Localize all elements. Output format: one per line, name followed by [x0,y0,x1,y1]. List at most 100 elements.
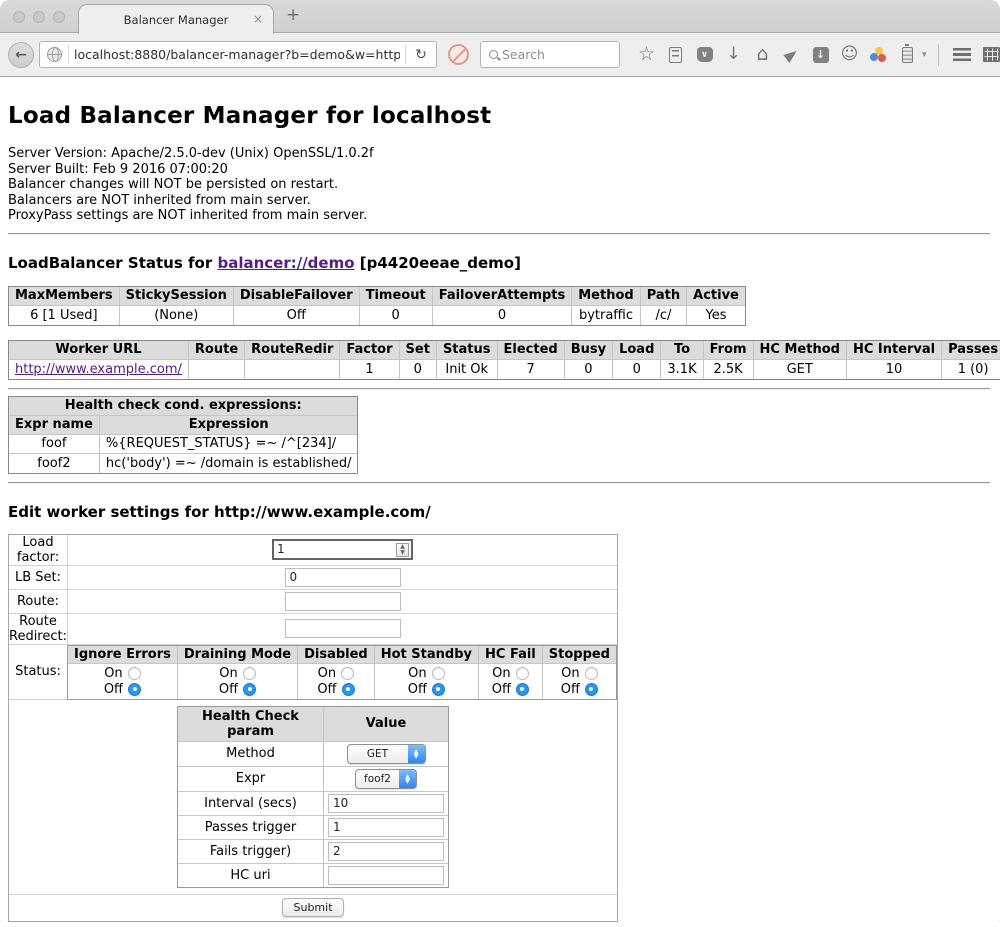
interval-input[interactable] [328,794,444,813]
url-input[interactable] [69,47,405,62]
downloads-icon[interactable]: ↓ [719,46,748,63]
hot-standby-off-radio[interactable] [432,683,445,696]
stopped-on-radio[interactable] [585,667,598,680]
cell-status: Init Ok [437,360,498,379]
tab-title: Balancer Manager [124,13,229,27]
expr-label: Expr [178,767,324,792]
content-blocked-icon[interactable] [448,44,469,65]
stopped-off-radio[interactable] [585,683,598,696]
reading-list-icon[interactable] [661,47,690,63]
cell-stickysession: (None) [120,306,234,325]
cell-path: /c/ [641,306,687,325]
pocket-icon[interactable]: ∨ [690,47,719,62]
column-header: Load [613,341,661,360]
column-header: Set [400,341,437,360]
close-window-button[interactable] [13,11,25,23]
ignore-errors-off-radio[interactable] [128,683,141,696]
cell-expression: %{REQUEST_STATUS} =~ /^[234]/ [100,435,358,454]
hc-expressions-table: Health check cond. expressions: Expr nam… [8,396,358,474]
disabled-on-radio[interactable] [341,667,354,680]
cell-busy: 0 [565,360,613,379]
window-controls [13,11,65,23]
share-palette-icon[interactable] [864,47,893,63]
hc-fail-on-radio[interactable] [516,667,529,680]
fails-input[interactable] [328,842,444,861]
url-bar[interactable]: ↻ [39,41,437,68]
disabled-off-radio[interactable] [342,683,355,696]
hc-fail-off-radio[interactable] [516,683,529,696]
edit-worker-heading: Edit worker settings for http://www.exam… [8,503,990,521]
hc-row-hc-uri: HC uri [178,864,448,887]
reload-icon: ↻ [415,47,427,63]
battery-extension-icon[interactable] [893,47,922,63]
zoom-window-button[interactable] [53,11,65,23]
table-title-row: Health check cond. expressions: [9,397,357,416]
column-header: Path [641,287,687,306]
back-icon: ← [15,47,27,63]
balancer-status-table: MaxMembers StickySession DisableFailover… [8,286,746,326]
chat-smiley-icon[interactable]: ☺ [835,46,864,63]
passes-input[interactable] [328,818,444,837]
column-header: Elected [498,341,565,360]
menu-hamburger-icon[interactable] [948,48,977,61]
hot-standby-on-radio[interactable] [432,667,445,680]
send-tab-icon[interactable] [777,50,806,60]
minimize-window-button[interactable] [33,11,45,23]
submit-button[interactable]: Submit [282,898,343,917]
expr-select[interactable]: foof2 ▲▼ [355,769,417,789]
tab-close-icon[interactable]: × [253,12,263,26]
cell-passes: 1 (0) [942,360,1000,379]
column-header: FailoverAttempts [433,287,573,306]
load-factor-input[interactable]: 1 ▲▼ [272,539,413,560]
route-input[interactable] [285,592,401,611]
cell-set: 0 [400,360,437,379]
clipboard-icon [669,47,682,63]
server-version-line: Server Version: Apache/2.5.0-dev (Unix) … [8,146,990,162]
save-page-icon[interactable]: ↓ [806,47,835,63]
lb-set-input[interactable] [285,568,401,587]
search-bar[interactable] [480,41,620,68]
column-header: Status [437,341,498,360]
chevron-down-icon[interactable]: ▾ [922,50,927,60]
edit-worker-form: Load factor: 1 ▲▼ LB Set: Route: Route R… [8,534,618,922]
search-input[interactable] [502,47,597,62]
back-button[interactable]: ← [8,42,34,68]
status-radio-row: On Off On Off On Off [68,664,616,699]
cell-method: bytraffic [572,306,640,325]
column-header: Route [189,341,245,360]
cell-routeredir [245,360,340,379]
tab-balancer-manager[interactable]: Balancer Manager × [78,4,274,34]
draining-mode-on-radio[interactable] [243,667,256,680]
column-header: Method [572,287,640,306]
column-header: Expr name [9,416,100,435]
hc-uri-input[interactable] [328,866,444,885]
cell-failoverattempts: 0 [433,306,573,325]
bookmark-star-icon[interactable]: ☆ [632,45,661,64]
worker-url-link[interactable]: http://www.example.com/ [15,362,182,377]
tile-grid-icon[interactable] [977,47,1000,62]
cell-hc-interval: 10 [847,360,942,379]
column-header: DisableFailover [234,287,360,306]
ignore-errors-on-radio[interactable] [128,667,141,680]
balancer-demo-link[interactable]: balancer://demo [217,254,354,272]
method-select[interactable]: GET ▲▼ [347,744,426,764]
hc-expressions-title: Health check cond. expressions: [9,397,357,416]
hc-row-fails: Fails trigger) [178,840,448,864]
column-header: Value [324,707,448,742]
cell-elected: 7 [498,360,565,379]
table-row: 6 [1 Used] (None) Off 0 0 bytraffic /c/ … [9,306,745,325]
proxypass-note-line: ProxyPass settings are NOT inherited fro… [8,208,990,224]
home-icon[interactable]: ⌂ [748,45,777,64]
draining-mode-off-radio[interactable] [243,683,256,696]
new-tab-button[interactable]: + [286,5,300,25]
route-redirect-input[interactable] [285,619,401,638]
reload-button[interactable]: ↻ [406,47,436,63]
column-header: Busy [565,341,613,360]
column-header: Factor [340,341,399,360]
form-row-load-factor: Load factor: 1 ▲▼ [9,535,617,566]
table-header-row: Ignore Errors Draining Mode Disabled Hot… [68,646,616,664]
column-header: Health Check param [178,707,324,742]
column-header: Disabled [298,646,375,664]
divider [8,388,990,390]
number-stepper[interactable]: ▲▼ [396,543,409,557]
